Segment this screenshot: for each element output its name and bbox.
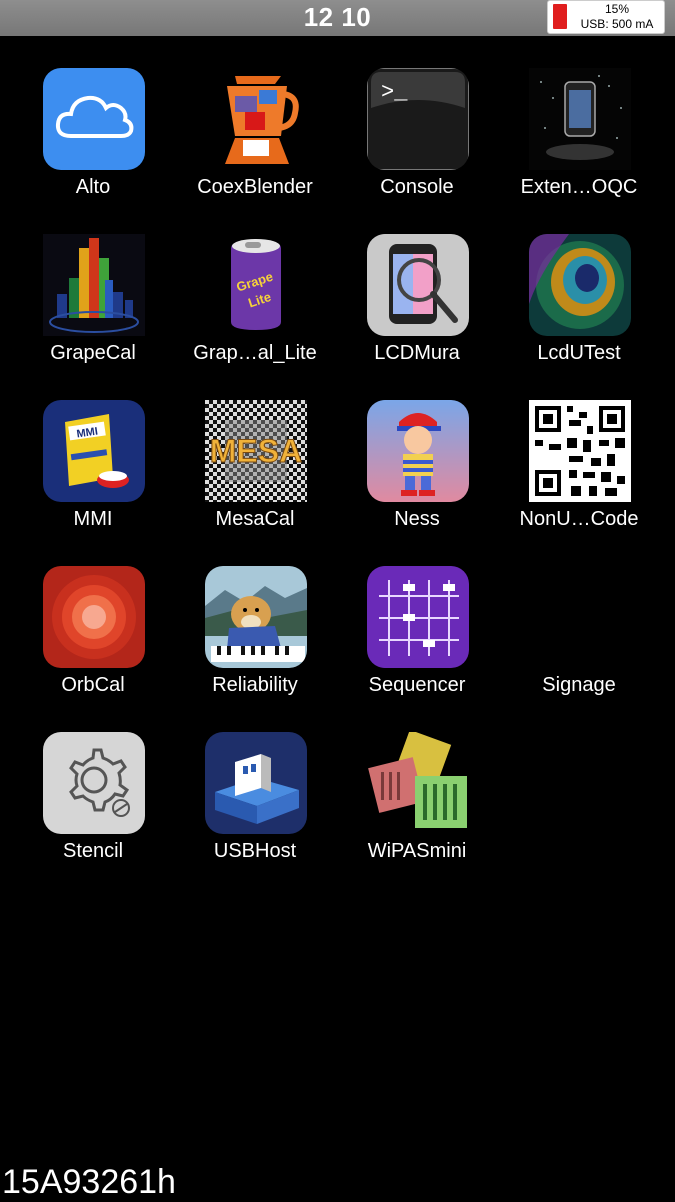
orb-icon: [43, 566, 145, 668]
usb-icon: [205, 732, 307, 834]
ness-character-icon: [367, 400, 469, 502]
app-label: Sequencer: [368, 674, 466, 696]
app-coexblender[interactable]: CoexBlender: [174, 68, 336, 228]
battery-indicator: 15% USB: 500 mA: [547, 0, 665, 34]
app-mmi[interactable]: MMI MMI: [12, 400, 174, 560]
app-label: MMI: [73, 508, 113, 530]
mesa-icon: MESA: [205, 400, 307, 502]
app-grapecal[interactable]: GrapeCal: [12, 234, 174, 394]
app-sequencer[interactable]: Sequencer: [336, 566, 498, 726]
status-bar: 12 10 15% USB: 500 mA: [0, 0, 675, 36]
app-lcdutest[interactable]: LcdUTest: [498, 234, 660, 394]
app-label: Console: [380, 176, 454, 198]
app-nonucode[interactable]: NonU…Code: [498, 400, 660, 560]
app-label: WiPASmini: [367, 840, 467, 862]
app-extenoqc[interactable]: Exten…OQC: [498, 68, 660, 228]
app-lcdmura[interactable]: LCDMura: [336, 234, 498, 394]
app-label: Reliability: [212, 674, 298, 696]
app-label: LCDMura: [374, 342, 460, 364]
app-label: Alto: [75, 176, 111, 198]
app-label: GrapeCal: [50, 342, 136, 364]
gear-icon: [43, 732, 145, 834]
qr-code-icon: [529, 400, 631, 502]
device-serial: 15A93261h: [2, 1163, 176, 1201]
terminal-icon: >_: [367, 68, 469, 170]
svg-text:MESA: MESA: [210, 433, 302, 469]
battery-percent: 15%: [604, 2, 630, 16]
battery-level: [553, 4, 567, 29]
app-label: CoexBlender: [197, 176, 313, 198]
svg-text:>_: >_: [381, 80, 408, 105]
app-console[interactable]: >_ Console: [336, 68, 498, 228]
doge-piano-icon: [205, 566, 307, 668]
chips-icon: [367, 732, 469, 834]
app-grapecal-lite[interactable]: Grape Lite Grap…al_Lite: [174, 234, 336, 394]
app-label: NonU…Code: [519, 508, 639, 530]
app-label: Grap…al_Lite: [193, 342, 317, 364]
blender-icon: [205, 68, 307, 170]
app-orbcal[interactable]: OrbCal: [12, 566, 174, 726]
app-signage[interactable]: Signage: [498, 566, 660, 726]
sliders-icon: [367, 566, 469, 668]
cereal-box-icon: MMI: [43, 400, 145, 502]
app-label: USBHost: [213, 840, 297, 862]
peacock-feather-icon: [529, 234, 631, 336]
usb-current: USB: 500 mA: [580, 17, 654, 31]
app-wipasmini[interactable]: WiPASmini: [336, 732, 498, 892]
app-label: Exten…OQC: [520, 176, 638, 198]
app-alto[interactable]: Alto: [12, 68, 174, 228]
app-mesacal[interactable]: MESA MesaCal: [174, 400, 336, 560]
app-label: Signage: [542, 674, 616, 696]
app-label: LcdUTest: [537, 342, 621, 364]
phone-stand-icon: [529, 68, 631, 170]
grape-can-icon: Grape Lite: [205, 234, 307, 336]
app-ness[interactable]: Ness: [336, 400, 498, 560]
app-usbhost[interactable]: USBHost: [174, 732, 336, 892]
signage-blank-icon: [529, 566, 631, 668]
phone-magnifier-icon: [367, 234, 469, 336]
app-label: OrbCal: [61, 674, 125, 696]
app-label: Ness: [394, 508, 440, 530]
app-label: MesaCal: [215, 508, 295, 530]
cloud-icon: [43, 68, 145, 170]
app-stencil[interactable]: Stencil: [12, 732, 174, 892]
app-reliability[interactable]: Reliability: [174, 566, 336, 726]
app-label: Stencil: [62, 840, 124, 862]
3d-bars-icon: [43, 234, 145, 336]
